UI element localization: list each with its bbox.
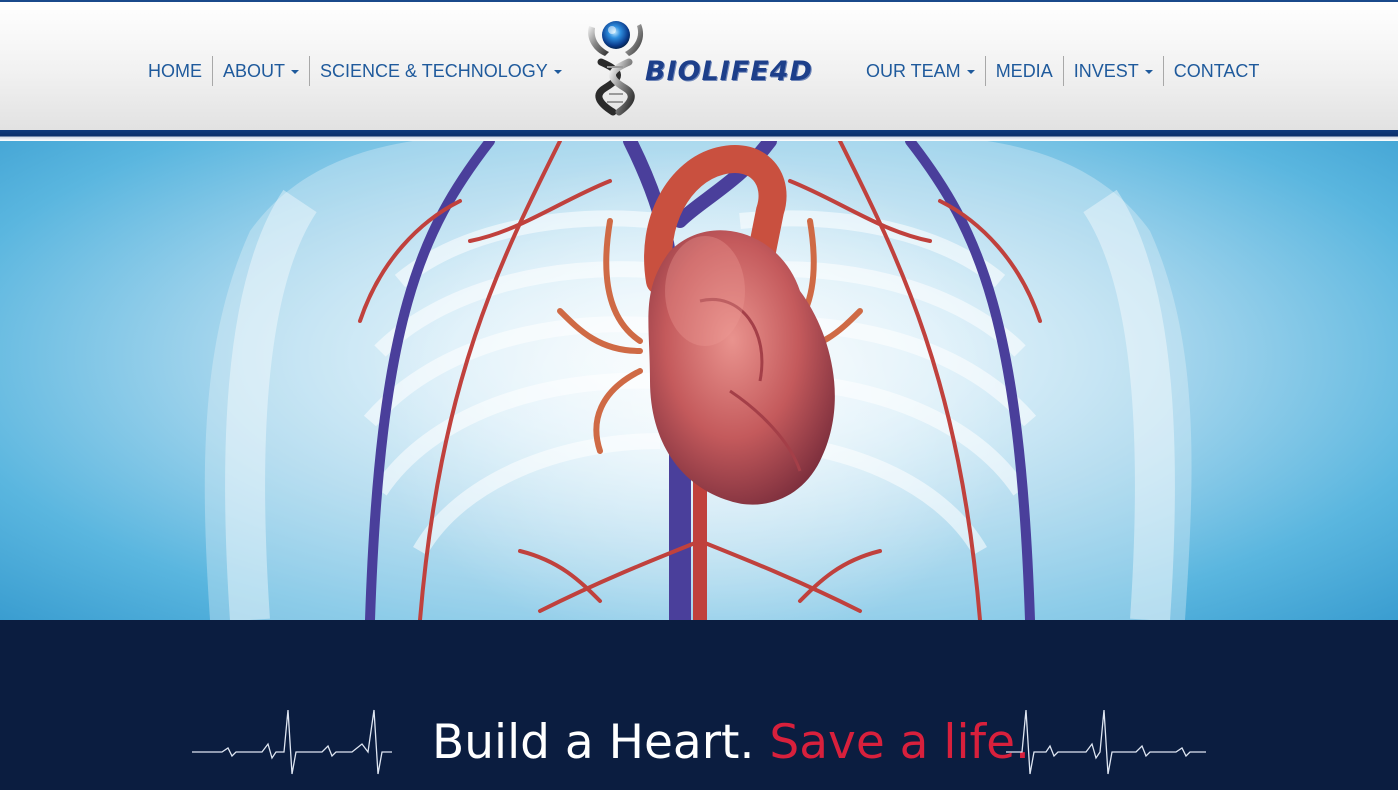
tagline-part-2: Save a life.: [769, 715, 1030, 770]
nav-home[interactable]: HOME: [138, 56, 212, 86]
primary-nav-right: OUR TEAM MEDIA INVEST CONTACT: [856, 55, 1269, 87]
nav-contact[interactable]: CONTACT: [1162, 56, 1270, 86]
nav-contact-label: CONTACT: [1173, 61, 1260, 81]
caret-down-icon: [553, 70, 562, 74]
header-accent-band: [0, 130, 1398, 141]
nav-home-label: HOME: [148, 61, 202, 81]
nav-media-label: MEDIA: [995, 61, 1053, 81]
tagline-part-1: Build a Heart.: [432, 715, 755, 770]
nav-media[interactable]: MEDIA: [984, 56, 1063, 86]
dna-helix-icon: [588, 21, 644, 116]
nav-our-team-label: OUR TEAM: [866, 61, 961, 81]
heartbeat-line-icon: [192, 709, 392, 775]
nav-science-technology-label: SCIENCE & TECHNOLOGY: [320, 61, 548, 81]
primary-nav-left: HOME ABOUT SCIENCE & TECHNOLOGY: [138, 55, 572, 87]
tagline-section: Build a Heart. Save a life.: [0, 620, 1398, 790]
site-logo[interactable]: BIOLIFE4D: [583, 18, 823, 118]
logo-wordmark: BIOLIFE4D: [645, 56, 813, 87]
nav-about-label: ABOUT: [223, 61, 286, 81]
nav-invest-label: INVEST: [1073, 61, 1139, 81]
caret-down-icon: [966, 70, 975, 74]
heart-anatomy-illustration: [204, 141, 1192, 620]
hero-banner: [0, 141, 1398, 620]
nav-our-team[interactable]: OUR TEAM: [856, 56, 985, 86]
nav-invest[interactable]: INVEST: [1062, 56, 1163, 86]
caret-down-icon: [1144, 70, 1153, 74]
nav-about[interactable]: ABOUT: [212, 56, 309, 86]
site-header: HOME ABOUT SCIENCE & TECHNOLOGY BIOLIFE4…: [0, 0, 1398, 130]
heartbeat-line-icon: [1006, 709, 1206, 775]
hero-tagline: Build a Heart. Save a life.: [432, 715, 1030, 771]
nav-science-technology[interactable]: SCIENCE & TECHNOLOGY: [309, 56, 572, 86]
caret-down-icon: [291, 70, 300, 74]
